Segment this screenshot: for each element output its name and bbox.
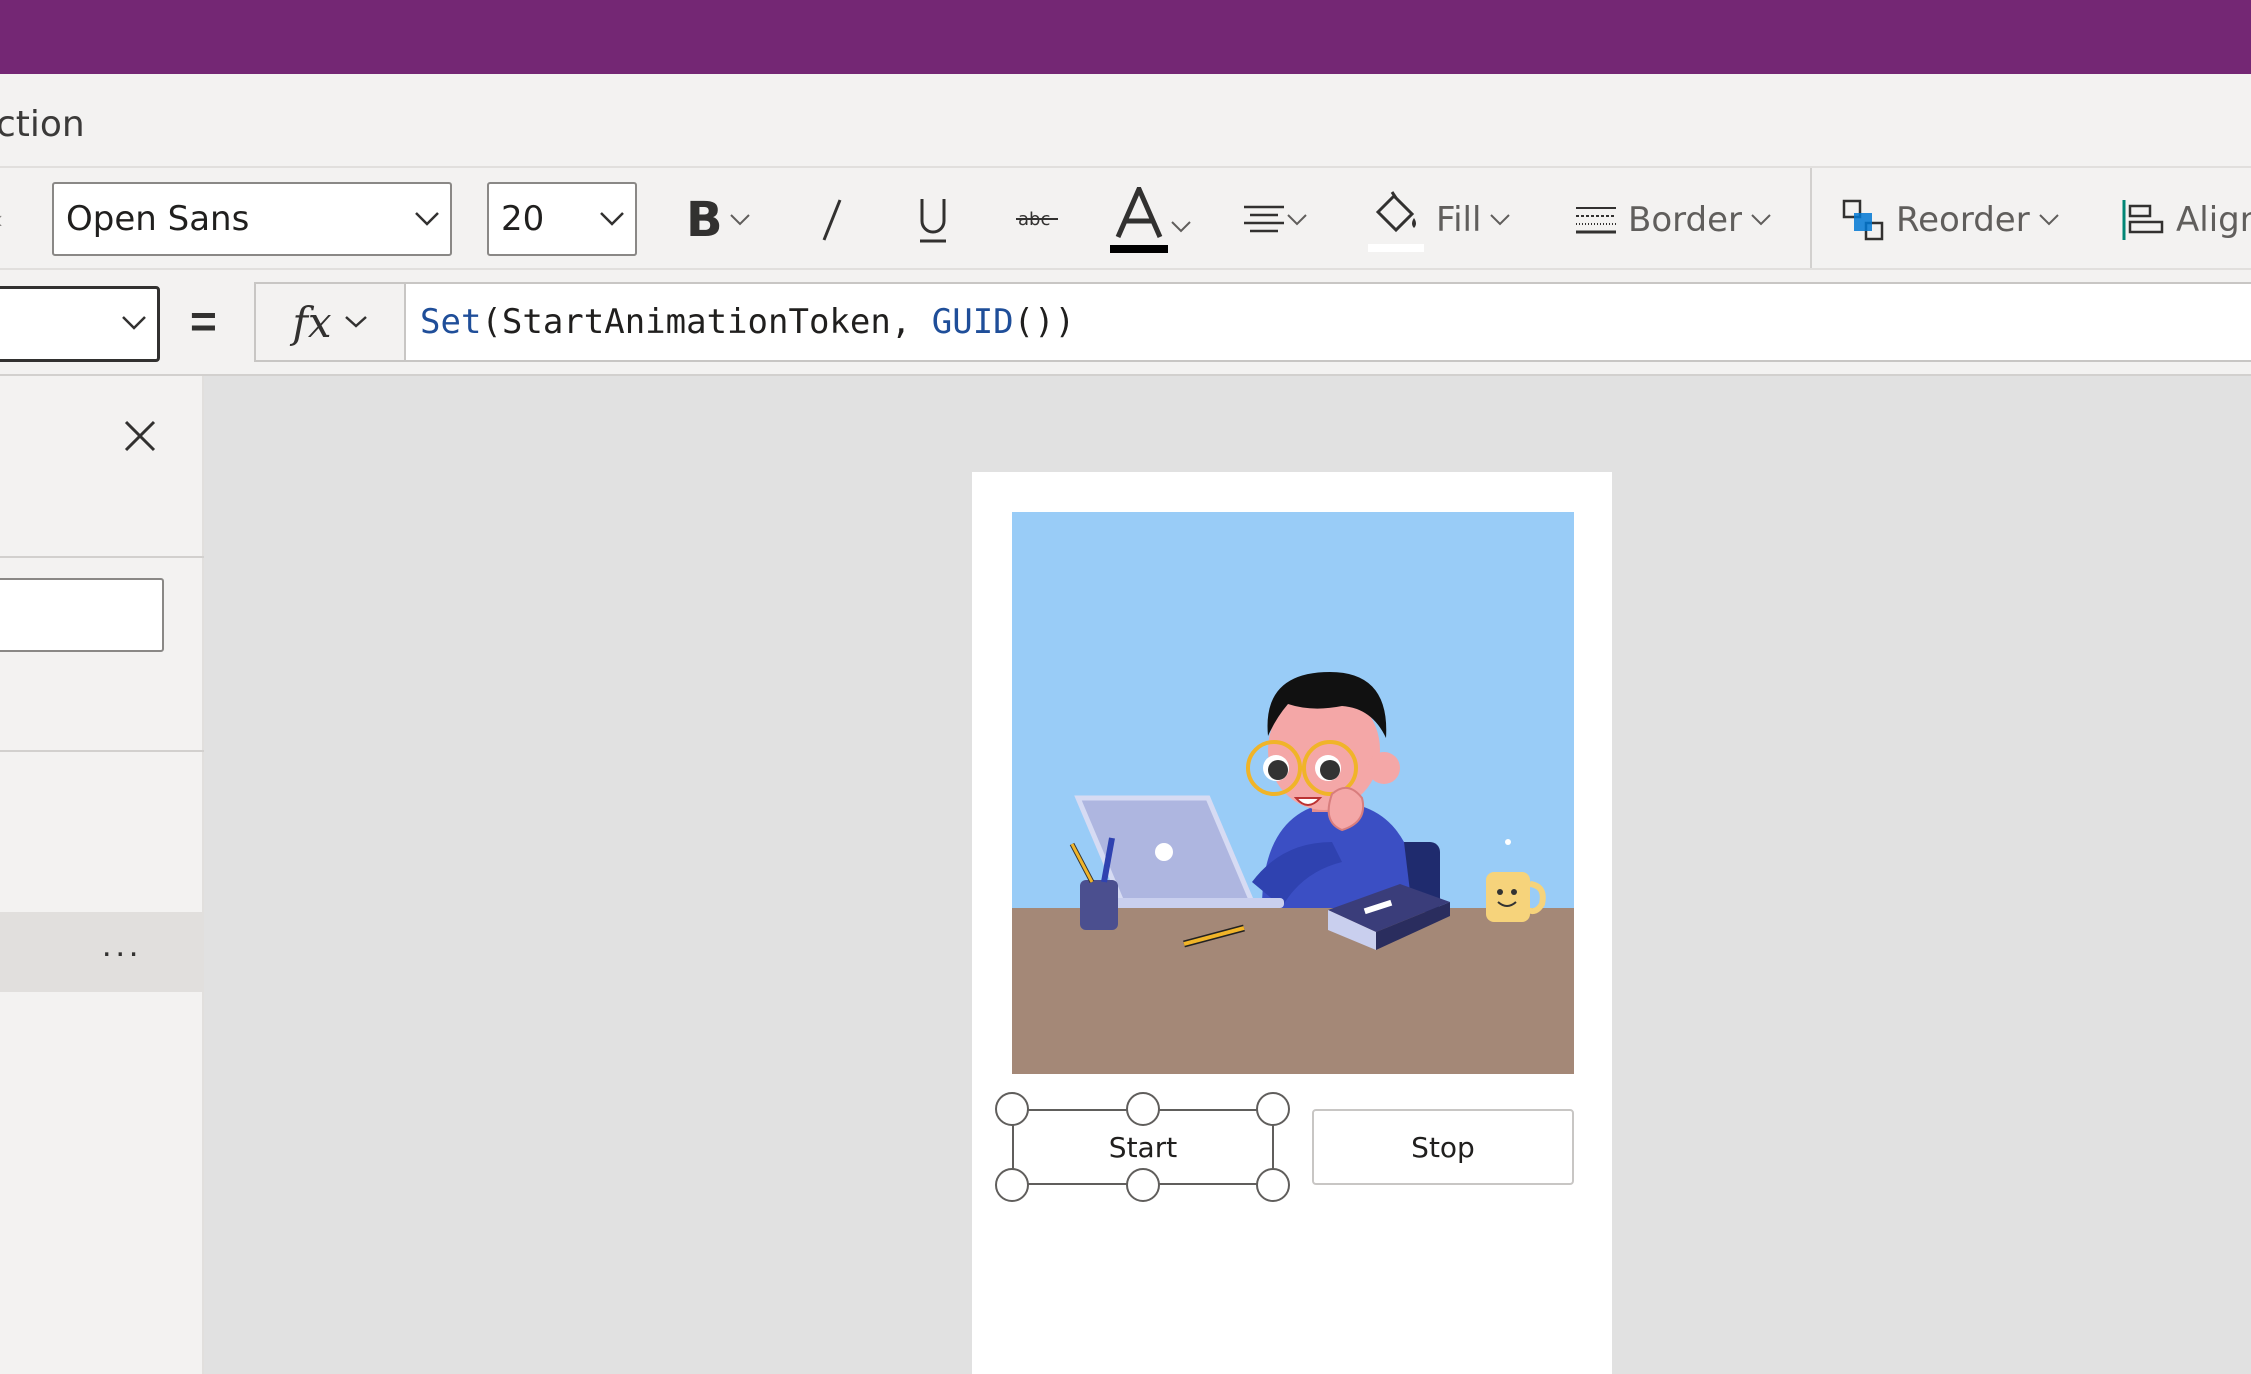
formula-token: GUID xyxy=(931,302,1014,342)
italic-icon xyxy=(822,199,842,241)
stop-button[interactable]: Stop xyxy=(1312,1109,1574,1185)
formula-token: Set xyxy=(420,302,482,342)
resize-handle-top-right[interactable] xyxy=(1256,1092,1290,1126)
fx-button[interactable]: fx xyxy=(254,282,404,362)
resize-handle-bottom-center[interactable] xyxy=(1126,1168,1160,1202)
strikethrough-icon: abc xyxy=(1016,209,1058,230)
formula-bar: = fx Set (StartAnimationToken, GUID()) xyxy=(0,270,2251,376)
border-button[interactable]: Border xyxy=(1576,168,1772,272)
chevron-down-icon xyxy=(600,212,624,226)
bold-icon: B xyxy=(686,192,723,248)
text-align-button[interactable] xyxy=(1244,168,1308,272)
reorder-icon xyxy=(1842,199,1884,241)
underline-icon xyxy=(920,199,946,243)
paint-bucket-icon xyxy=(1368,191,1424,252)
align-button[interactable]: Align xyxy=(2122,168,2251,272)
ribbon-separator xyxy=(1810,168,1812,268)
italic-button[interactable] xyxy=(818,168,846,272)
text-align-icon xyxy=(1244,205,1284,233)
left-panel: ... xyxy=(0,376,204,1374)
illustration-image[interactable] xyxy=(1012,512,1574,1074)
menu-tab-partial[interactable]: ction xyxy=(0,104,85,145)
ribbon-toolbar: ‹ Open Sans 20 B abc Fill Border xyxy=(0,166,2251,270)
font-family-dropdown[interactable]: Open Sans xyxy=(52,182,452,256)
chevron-down-icon xyxy=(2038,214,2059,226)
start-button-label: Start xyxy=(1108,1130,1178,1164)
panel-divider xyxy=(0,556,204,558)
stop-button-label: Stop xyxy=(1411,1130,1475,1164)
close-icon[interactable] xyxy=(120,416,160,456)
align-icon xyxy=(2122,200,2164,240)
underline-button[interactable] xyxy=(918,168,948,272)
font-size-value: 20 xyxy=(501,199,545,239)
equals-sign: = xyxy=(190,295,217,347)
border-label: Border xyxy=(1628,200,1742,240)
strikethrough-button[interactable]: abc xyxy=(1016,168,1058,272)
chevron-down-icon xyxy=(415,212,439,226)
formula-input[interactable]: Set (StartAnimationToken, GUID()) xyxy=(404,282,2251,362)
fill-label: Fill xyxy=(1436,200,1482,240)
chevron-down-icon xyxy=(1287,214,1307,226)
resize-handle-bottom-left[interactable] xyxy=(995,1168,1029,1202)
property-dropdown[interactable] xyxy=(0,286,160,362)
boy-at-desk-illustration xyxy=(1012,512,1574,1074)
chevron-down-icon xyxy=(344,316,367,328)
font-family-value: Open Sans xyxy=(66,199,250,239)
font-color-button[interactable] xyxy=(1110,168,1192,272)
chevron-down-icon xyxy=(122,316,146,330)
formula-token: ()) xyxy=(1013,302,1076,342)
align-label: Align xyxy=(2176,200,2251,240)
ribbon-scroll-left-icon[interactable]: ‹ xyxy=(0,204,3,235)
more-options-icon[interactable]: ... xyxy=(102,926,142,965)
reorder-label: Reorder xyxy=(1896,200,2030,240)
resize-handle-top-left[interactable] xyxy=(995,1092,1029,1126)
panel-divider xyxy=(0,750,204,752)
chevron-down-icon xyxy=(1171,221,1191,233)
menu-bar: ction xyxy=(0,74,2251,168)
resize-handle-bottom-right[interactable] xyxy=(1256,1168,1290,1202)
formula-token: (StartAnimationToken, xyxy=(481,302,932,342)
bold-button[interactable]: B xyxy=(686,168,751,272)
chevron-down-icon xyxy=(1751,214,1771,226)
app-screen-canvas: Start Stop xyxy=(972,472,1612,1374)
border-icon xyxy=(1576,207,1616,234)
font-size-dropdown[interactable]: 20 xyxy=(487,182,637,256)
app-title-bar xyxy=(0,0,2251,74)
font-color-icon xyxy=(1110,187,1168,253)
chevron-down-icon xyxy=(1490,214,1511,226)
panel-search-input[interactable] xyxy=(0,578,164,652)
fill-button[interactable]: Fill xyxy=(1368,168,1511,272)
resize-handle-top-center[interactable] xyxy=(1126,1092,1160,1126)
tree-item-selected[interactable]: ... xyxy=(0,912,204,992)
fx-icon: fx xyxy=(292,297,332,347)
chevron-down-icon xyxy=(729,214,750,226)
reorder-button[interactable]: Reorder xyxy=(1842,168,2060,272)
